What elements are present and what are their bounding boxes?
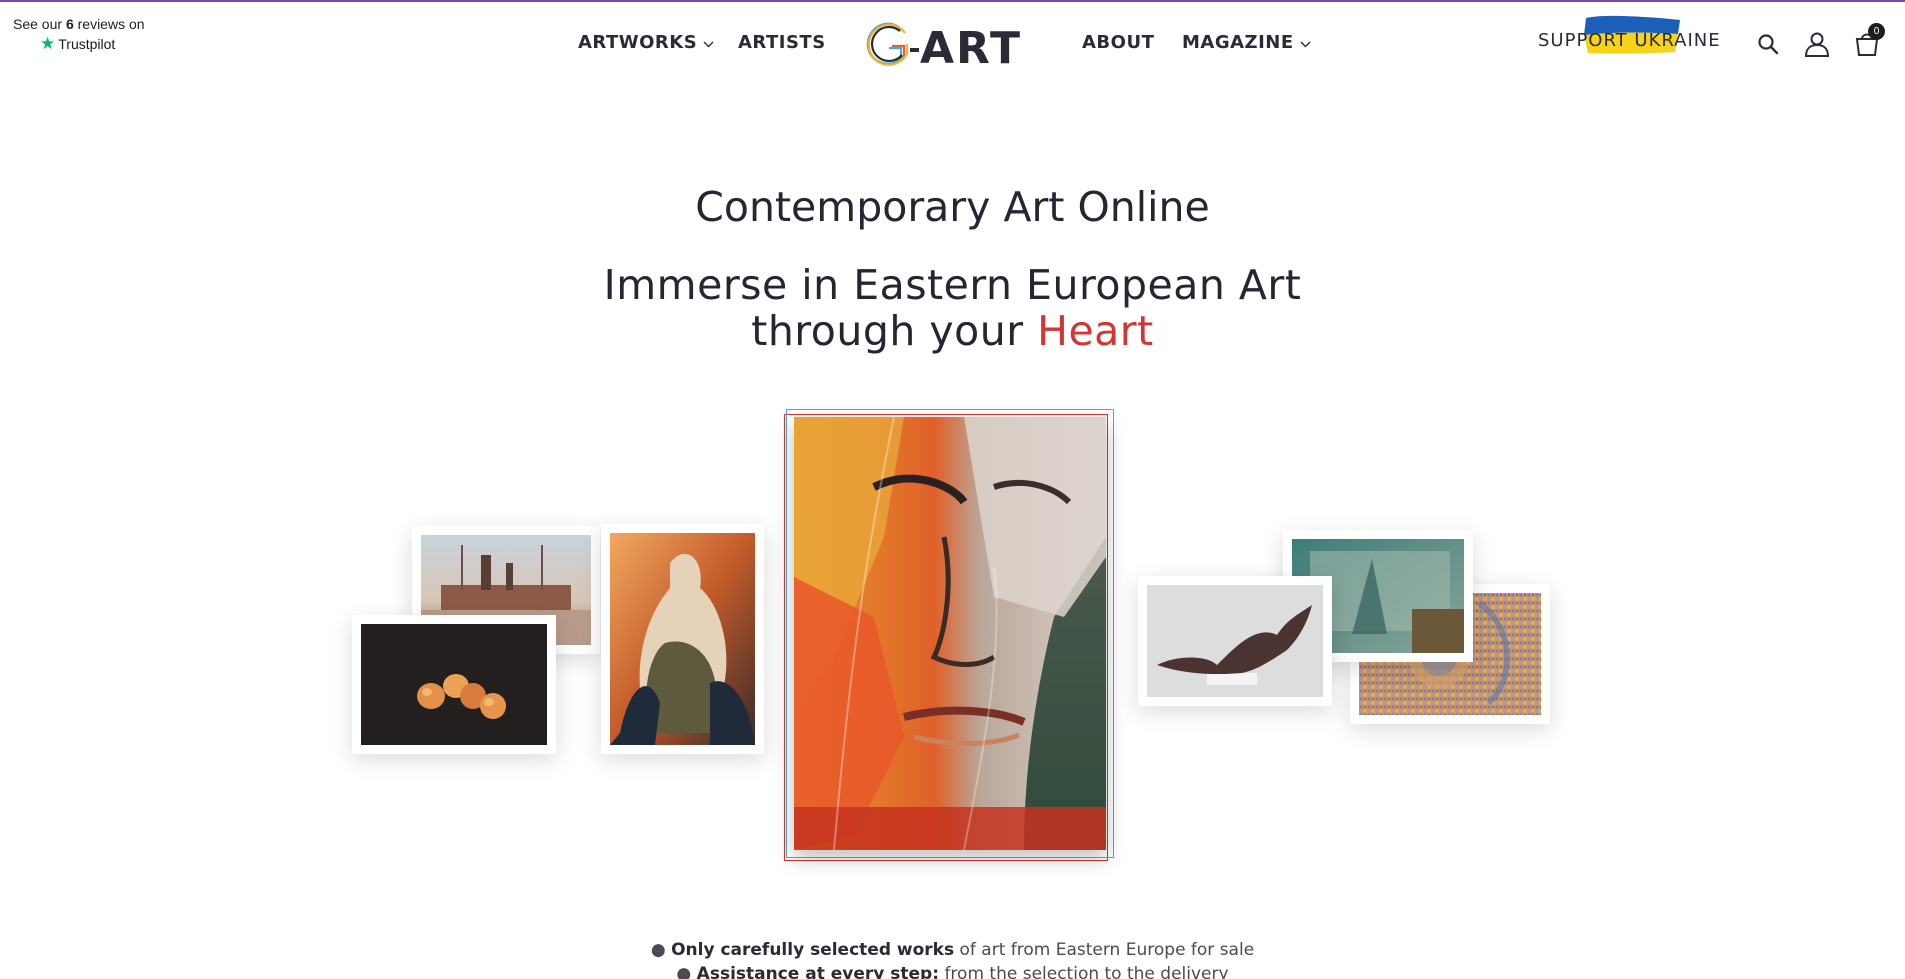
featured-artwork[interactable]: [784, 409, 1114, 861]
page-title: Contemporary Art Online: [695, 183, 1210, 231]
trustpilot-widget[interactable]: See our 6 reviews on ★ Trustpilot: [13, 16, 145, 52]
bronze-sculpture: [1147, 585, 1323, 697]
nav-magazine[interactable]: MAGAZINE: [1182, 32, 1311, 53]
subtitle-accent: Heart: [1037, 307, 1154, 355]
site-header: See our 6 reviews on ★ Trustpilot ARTWOR…: [0, 2, 1905, 82]
artwork-card-vase[interactable]: [601, 524, 764, 754]
trustpilot-reviews-text: See our 6 reviews on: [13, 16, 145, 32]
cart-count-badge: 0: [1868, 23, 1885, 40]
gart-logo[interactable]: ART: [862, 18, 1038, 72]
face-portrait-painting: [794, 417, 1106, 850]
svg-text:ART: ART: [920, 23, 1022, 72]
bullet-item: ● Assistance at every step: from the sel…: [676, 964, 1229, 979]
trustpilot-brand: Trustpilot: [58, 36, 116, 52]
page-subtitle: Immerse in Eastern European Art through …: [603, 261, 1302, 355]
support-ukraine-link[interactable]: SUPPORT UKRAINE: [1538, 15, 1721, 54]
trustpilot-star-icon: ★: [40, 34, 56, 53]
artwork-card-peaches[interactable]: [352, 615, 556, 754]
chevron-down-icon: [703, 37, 714, 51]
peaches-painting: [361, 624, 547, 745]
nav-artists[interactable]: ARTISTS: [738, 32, 826, 53]
account-button[interactable]: [1802, 29, 1832, 59]
search-button[interactable]: [1753, 29, 1783, 59]
bullet-item: ● Only carefully selected works of art f…: [650, 940, 1255, 960]
artwork-card-sculpture[interactable]: [1138, 576, 1332, 706]
feature-bullets: ● Only carefully selected works of art f…: [0, 938, 1905, 979]
nav-artworks[interactable]: ARTWORKS: [578, 32, 714, 53]
chevron-down-icon: [1300, 37, 1311, 51]
user-icon: [1804, 32, 1830, 57]
nav-about[interactable]: ABOUT: [1082, 32, 1154, 53]
search-icon: [1758, 34, 1779, 55]
cart-button[interactable]: 0: [1852, 23, 1885, 59]
vase-painting: [610, 533, 755, 745]
